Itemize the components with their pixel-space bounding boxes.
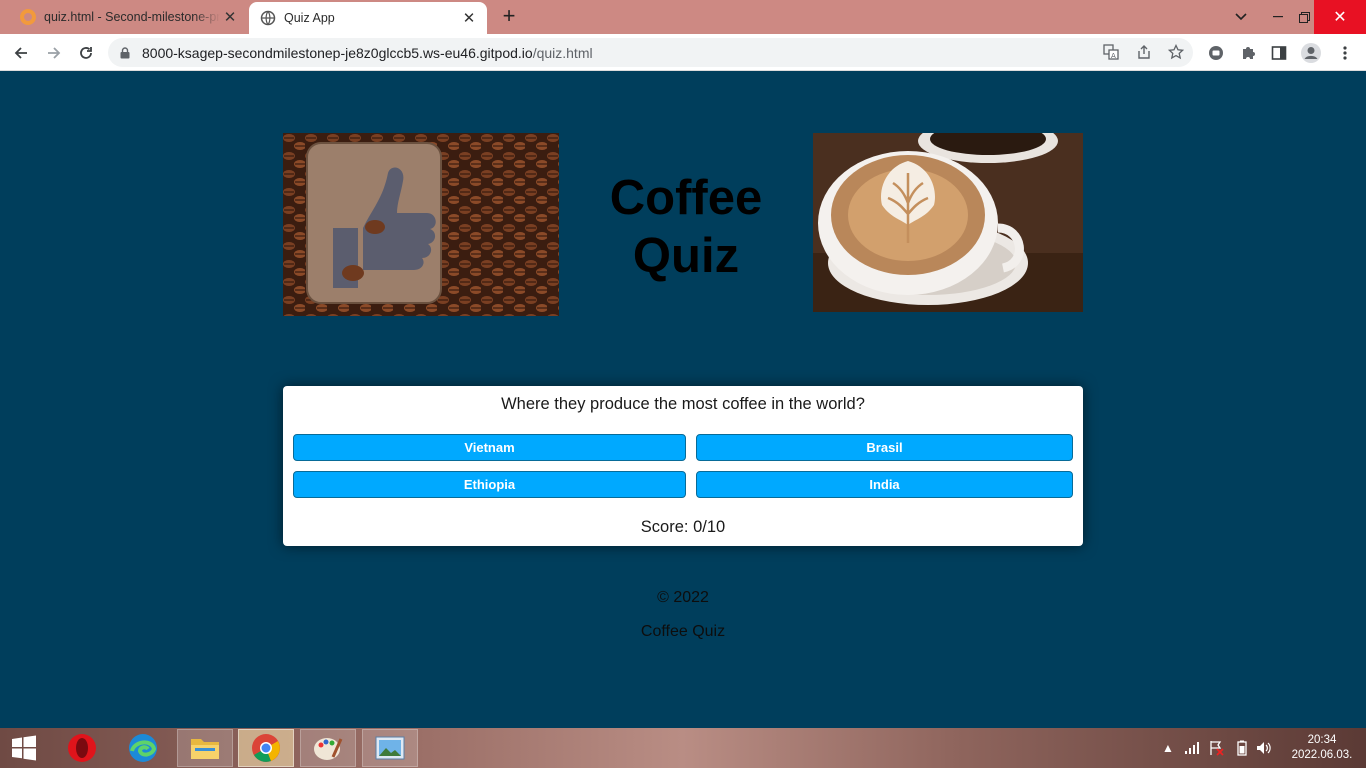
tab-quiz-html-editor[interactable]: quiz.html - Second-milestone-project ✕ [8, 0, 248, 34]
question-text: Where they produce the most coffee in th… [501, 395, 865, 413]
forward-arrow-icon[interactable] [40, 39, 68, 67]
lock-icon[interactable] [120, 46, 130, 64]
share-icon[interactable] [1130, 38, 1158, 66]
url-host: 8000-ksagep-secondmilestonep-je8z0glccb5… [142, 45, 533, 61]
extensions-puzzle-icon[interactable] [1234, 39, 1262, 67]
coffee-beans-thumbs-up-image [283, 133, 559, 316]
footer-site-name: Coffee Quiz [640, 623, 726, 640]
network-signal-icon[interactable] [1184, 740, 1200, 756]
answer-button-ethiopia[interactable]: Ethiopia [293, 471, 686, 498]
windows-taskbar: ▲ 20:34 2022.06.03. [0, 728, 1366, 768]
browser-menu-icon[interactable] [1331, 39, 1359, 67]
volume-icon[interactable] [1256, 740, 1272, 756]
tab-title: quiz.html - Second-milestone-project [44, 10, 220, 24]
opera-icon[interactable] [54, 729, 110, 767]
clock-time: 20:34 [1307, 734, 1337, 746]
chrome-icon[interactable] [238, 729, 294, 767]
answer-button-vietnam[interactable]: Vietnam [293, 434, 686, 461]
reload-icon[interactable] [72, 39, 100, 67]
battery-icon[interactable] [1234, 740, 1250, 756]
tab-quiz-app[interactable]: Quiz App ✕ [249, 2, 487, 34]
bookmark-star-icon[interactable] [1162, 38, 1190, 66]
clock-date: 2022.06.03. [1291, 749, 1353, 761]
browser-tab-bar: quiz.html - Second-milestone-project ✕ Q… [0, 0, 1366, 34]
close-tab-icon[interactable]: ✕ [461, 10, 477, 27]
browser-toolbar: 8000-ksagep-secondmilestonep-je8z0glccb5… [0, 34, 1366, 71]
paint-icon[interactable] [300, 729, 356, 767]
gitpod-favicon-icon [20, 9, 36, 25]
show-hidden-icons-icon[interactable]: ▲ [1160, 740, 1176, 756]
answer-button-india[interactable]: India [696, 471, 1073, 498]
globe-icon [260, 10, 276, 26]
page-title: Coffee Quiz [609, 171, 763, 283]
photos-icon[interactable] [362, 729, 418, 767]
tab-title: Quiz App [284, 11, 335, 25]
latte-art-cup-image [813, 133, 1083, 312]
score-text: Score: 0/10 [640, 518, 726, 536]
extension-icon[interactable] [1202, 39, 1230, 67]
back-arrow-icon[interactable] [7, 39, 35, 67]
edge-icon[interactable] [115, 729, 171, 767]
url-text: 8000-ksagep-secondmilestonep-je8z0glccb5… [142, 45, 593, 61]
flag-notification-icon[interactable] [1208, 740, 1224, 756]
translate-icon[interactable]: A [1097, 38, 1125, 66]
page-footer: © 2022 Coffee Quiz [0, 581, 1366, 649]
svg-text:A: A [1111, 52, 1116, 60]
footer-copyright: © 2022 [657, 589, 709, 606]
close-window-button[interactable]: ✕ [1314, 0, 1366, 34]
close-tab-icon[interactable]: ✕ [222, 9, 238, 26]
profile-avatar-icon[interactable] [1297, 39, 1325, 67]
address-bar[interactable]: 8000-ksagep-secondmilestonep-je8z0glccb5… [108, 38, 1193, 67]
start-windows-icon[interactable] [0, 729, 48, 767]
file-explorer-icon[interactable] [177, 729, 233, 767]
side-panel-icon[interactable] [1265, 39, 1293, 67]
quiz-page: Coffee Quiz Where they produce the most … [0, 71, 1366, 728]
new-tab-button[interactable]: + [498, 5, 520, 28]
taskbar-clock[interactable]: 20:34 2022.06.03. [1282, 733, 1362, 763]
tab-search-chevron-icon[interactable] [1223, 0, 1259, 34]
url-path: /quiz.html [532, 45, 593, 61]
answer-button-brasil[interactable]: Brasil [696, 434, 1073, 461]
quiz-card: Where they produce the most coffee in th… [283, 386, 1083, 546]
